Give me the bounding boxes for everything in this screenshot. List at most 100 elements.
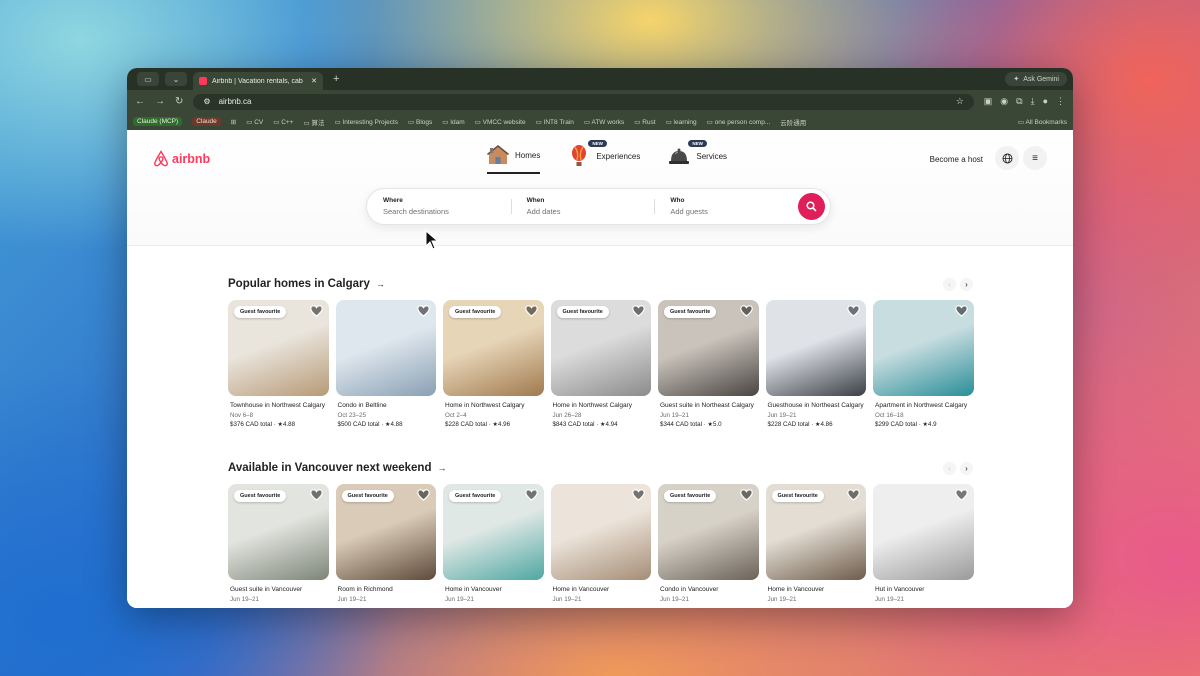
ask-gemini-button[interactable]: ✦ Ask Gemini xyxy=(1005,72,1067,86)
heart-icon[interactable] xyxy=(739,305,753,317)
listing-photo[interactable] xyxy=(873,484,974,580)
chevron-left-icon[interactable]: ‹ xyxy=(943,462,956,475)
listing-card[interactable]: Guest favourite Home in Vancouver Jun 19–2… xyxy=(443,484,544,604)
bookmark-item[interactable]: Claude xyxy=(192,117,221,126)
heart-icon[interactable] xyxy=(954,305,968,317)
listing-card[interactable]: Guest favourite Condo in Vancouver Jun 19–… xyxy=(658,484,759,604)
search-icon xyxy=(806,201,817,212)
bookmark-folder[interactable]: ATW works xyxy=(584,118,624,126)
all-bookmarks-folder[interactable]: All Bookmarks xyxy=(1018,118,1067,126)
site-info-icon[interactable]: ⚙ xyxy=(203,97,210,106)
heart-icon[interactable] xyxy=(309,489,323,501)
listing-card[interactable]: Guest favourite Room in Richmond Jun 19–21 xyxy=(335,484,436,604)
bookmark-folder[interactable]: one person comp... xyxy=(707,118,771,126)
heart-icon[interactable] xyxy=(417,305,430,317)
bookmark-folder[interactable]: VMCC website xyxy=(475,118,526,126)
extension-icon[interactable]: ◉ xyxy=(1000,96,1008,107)
heart-icon[interactable] xyxy=(739,489,753,501)
section-title[interactable]: Available in Vancouver next weekend → xyxy=(228,460,973,476)
heart-icon[interactable] xyxy=(632,489,645,501)
heart-icon[interactable] xyxy=(524,305,538,317)
extensions-puzzle-icon[interactable]: ⧉ xyxy=(1016,96,1022,107)
listing-rating: ★4.94 xyxy=(599,420,618,428)
listing-card[interactable]: Guest favourite Guest suite in Northeast … xyxy=(658,300,759,429)
when-field[interactable]: When Add dates xyxy=(510,197,655,216)
url-field[interactable]: ⚙ airbnb.ca ☆ xyxy=(193,93,974,110)
bookmark-folder[interactable]: Interesting Projects xyxy=(334,118,398,126)
listing-photo[interactable]: Guest favourite xyxy=(658,484,759,580)
profile-avatar[interactable]: ● xyxy=(1043,96,1048,107)
heart-icon[interactable] xyxy=(954,489,968,501)
listing-photo[interactable] xyxy=(335,300,436,396)
reload-icon[interactable]: ↻ xyxy=(175,96,183,107)
listing-card[interactable]: Guesthouse in Northeast Calgary Jun 19–21… xyxy=(765,300,866,429)
close-tab-icon[interactable]: ✕ xyxy=(311,77,317,85)
listing-dates: Jun 26–28 xyxy=(552,411,582,419)
listing-photo[interactable]: Guest favourite xyxy=(765,484,866,580)
search-button[interactable] xyxy=(798,193,826,220)
tab-experiences[interactable]: NEW Experiences xyxy=(568,140,640,174)
listing-photo[interactable] xyxy=(873,300,974,396)
bookmark-item[interactable]: 云阶通用 xyxy=(780,117,806,127)
bookmark-folder[interactable]: Blogs xyxy=(408,118,432,126)
listing-card[interactable]: Condo in Beltline Oct 23–25 $500 CAD total… xyxy=(335,300,436,429)
tab-search-icon[interactable]: ▭ xyxy=(137,72,159,86)
listing-dates: Oct 16–18 xyxy=(875,411,904,419)
listing-photo[interactable]: Guest favourite xyxy=(550,300,651,396)
forward-icon[interactable]: → xyxy=(155,96,165,107)
listing-photo[interactable] xyxy=(550,484,651,580)
heart-icon[interactable] xyxy=(524,489,538,501)
become-a-host-link[interactable]: Become a host xyxy=(930,155,983,164)
listing-card[interactable]: Guest favourite Home in Northwest Calgary… xyxy=(550,300,651,429)
section-title[interactable]: Popular homes in Calgary → xyxy=(228,276,973,292)
who-field[interactable]: Who Add guests xyxy=(654,197,798,216)
heart-icon[interactable] xyxy=(417,489,430,501)
heart-icon[interactable] xyxy=(309,305,323,317)
listing-card[interactable]: Home in Vancouver Jun 19–21 xyxy=(550,484,651,604)
heart-icon[interactable] xyxy=(847,489,860,501)
chevron-right-icon[interactable]: › xyxy=(960,462,973,475)
bookmark-folder[interactable]: C++ xyxy=(273,118,293,126)
where-field[interactable]: Where Search destinations xyxy=(367,197,511,216)
tab-homes[interactable]: Homes xyxy=(487,144,541,174)
download-icon[interactable]: ⤓ xyxy=(1031,96,1035,107)
bookmark-folder[interactable]: CV xyxy=(246,118,263,126)
chevron-left-icon[interactable]: ‹ xyxy=(943,278,956,291)
bookmark-folder[interactable]: INT8 Train xyxy=(536,118,574,126)
listing-photo[interactable]: Guest favourite xyxy=(228,300,329,396)
listing-photo[interactable]: Guest favourite xyxy=(443,300,544,396)
listing-card[interactable]: Apartment in Northwest Calgary Oct 16–18 $… xyxy=(873,300,974,429)
heart-icon[interactable] xyxy=(847,305,860,317)
listing-photo[interactable]: Guest favourite xyxy=(443,484,544,580)
bookmark-star-icon[interactable]: ☆ xyxy=(956,96,964,107)
listing-card[interactable]: Hut in Vancouver Jun 19–21 xyxy=(873,484,974,604)
bookmark-folder[interactable]: Rust xyxy=(634,118,655,126)
url-text: airbnb.ca xyxy=(218,97,252,106)
heart-icon[interactable] xyxy=(632,305,645,317)
extension-icon[interactable]: ▣ xyxy=(984,96,993,107)
browser-menu-icon[interactable]: ⋮ xyxy=(1056,96,1065,107)
listing-card[interactable]: Guest favourite Home in Northwest Calgary… xyxy=(443,300,544,429)
back-icon[interactable]: ← xyxy=(135,96,145,107)
bookmark-folder[interactable]: learning xyxy=(666,118,697,126)
airbnb-logo[interactable]: airbnb xyxy=(153,150,210,167)
listing-photo[interactable]: Guest favourite xyxy=(658,300,759,396)
bookmark-item[interactable]: Claude (MCP) xyxy=(133,117,183,126)
listing-photo[interactable]: Guest favourite xyxy=(335,484,436,580)
hamburger-menu-icon[interactable]: ≡ xyxy=(1023,146,1047,170)
bookmark-folder[interactable]: Idam xyxy=(442,118,464,126)
tab-airbnb[interactable]: Airbnb | Vacation rentals, cab ✕ xyxy=(193,72,323,90)
listing-photo[interactable] xyxy=(765,300,866,396)
listing-dates: Jun 19–21 xyxy=(767,411,797,419)
listing-photo[interactable]: Guest favourite xyxy=(228,484,329,580)
listing-card[interactable]: Guest favourite Guest suite in Vancouver J… xyxy=(228,484,329,604)
tab-list-chevron-icon[interactable]: ⌄ xyxy=(165,72,187,86)
chevron-right-icon[interactable]: › xyxy=(960,278,973,291)
bookmark-folder[interactable]: 算法 xyxy=(303,117,324,127)
apps-grid-icon[interactable]: ⊞ xyxy=(231,118,236,126)
listing-card[interactable]: Guest favourite Townhouse in Northwest Ca… xyxy=(228,300,329,429)
new-tab-icon[interactable]: + xyxy=(333,73,339,85)
listing-card[interactable]: Guest favourite Home in Vancouver Jun 19–2… xyxy=(765,484,866,604)
language-globe-icon[interactable] xyxy=(995,146,1019,170)
tab-services[interactable]: NEW Services xyxy=(668,140,727,174)
